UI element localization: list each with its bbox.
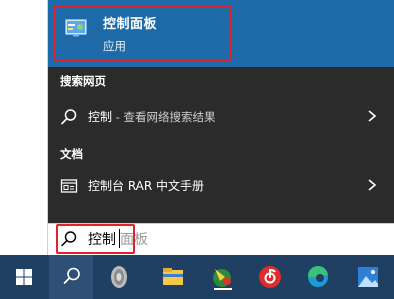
- red-highlight-box: [56, 224, 135, 254]
- photos-app-icon: [358, 267, 378, 287]
- file-explorer-icon: [163, 268, 183, 285]
- start-button[interactable]: [2, 255, 46, 299]
- search-icon: [61, 109, 77, 125]
- windows-start-icon: [16, 269, 32, 285]
- search-results-panel: 控制面板 应用 搜索网页 控制 - 查看网络搜索结果 文档 控制台 RAR 中文…: [48, 0, 394, 223]
- chevron-right-icon[interactable]: [366, 177, 378, 193]
- web-search-result[interactable]: 控制 - 查看网络搜索结果: [48, 100, 394, 132]
- web-section-label: 搜索网页: [60, 74, 106, 88]
- document-icon: [60, 179, 78, 193]
- speaker-app-icon: [111, 266, 127, 288]
- taskbar-netease-music[interactable]: [248, 255, 292, 299]
- web-result-query: 控制: [88, 110, 113, 124]
- document-result[interactable]: 控制台 RAR 中文手册: [48, 169, 394, 201]
- taskbar-photos-app[interactable]: [346, 255, 390, 299]
- taskbar-search-button[interactable]: [49, 255, 93, 299]
- taskbar-speaker-app[interactable]: [97, 255, 141, 299]
- edge-browser-icon: [307, 265, 328, 287]
- start-left-pane: [0, 0, 48, 255]
- chevron-right-icon[interactable]: [366, 108, 378, 124]
- web-result-suffix: - 查看网络搜索结果: [112, 110, 216, 124]
- document-result-label: 控制台 RAR 中文手册: [88, 179, 205, 193]
- taskbar-file-explorer[interactable]: [151, 255, 195, 299]
- netease-music-icon: [259, 266, 281, 288]
- search-icon: [63, 267, 80, 284]
- best-match-result[interactable]: 控制面板 应用: [48, 0, 394, 67]
- red-highlight-box: [54, 5, 231, 61]
- taskbar-edge-browser[interactable]: [296, 255, 340, 299]
- docs-section-label: 文档: [60, 147, 83, 161]
- game-app-icon: [213, 269, 232, 290]
- taskbar: [0, 255, 394, 299]
- taskbar-game-app[interactable]: [201, 255, 245, 299]
